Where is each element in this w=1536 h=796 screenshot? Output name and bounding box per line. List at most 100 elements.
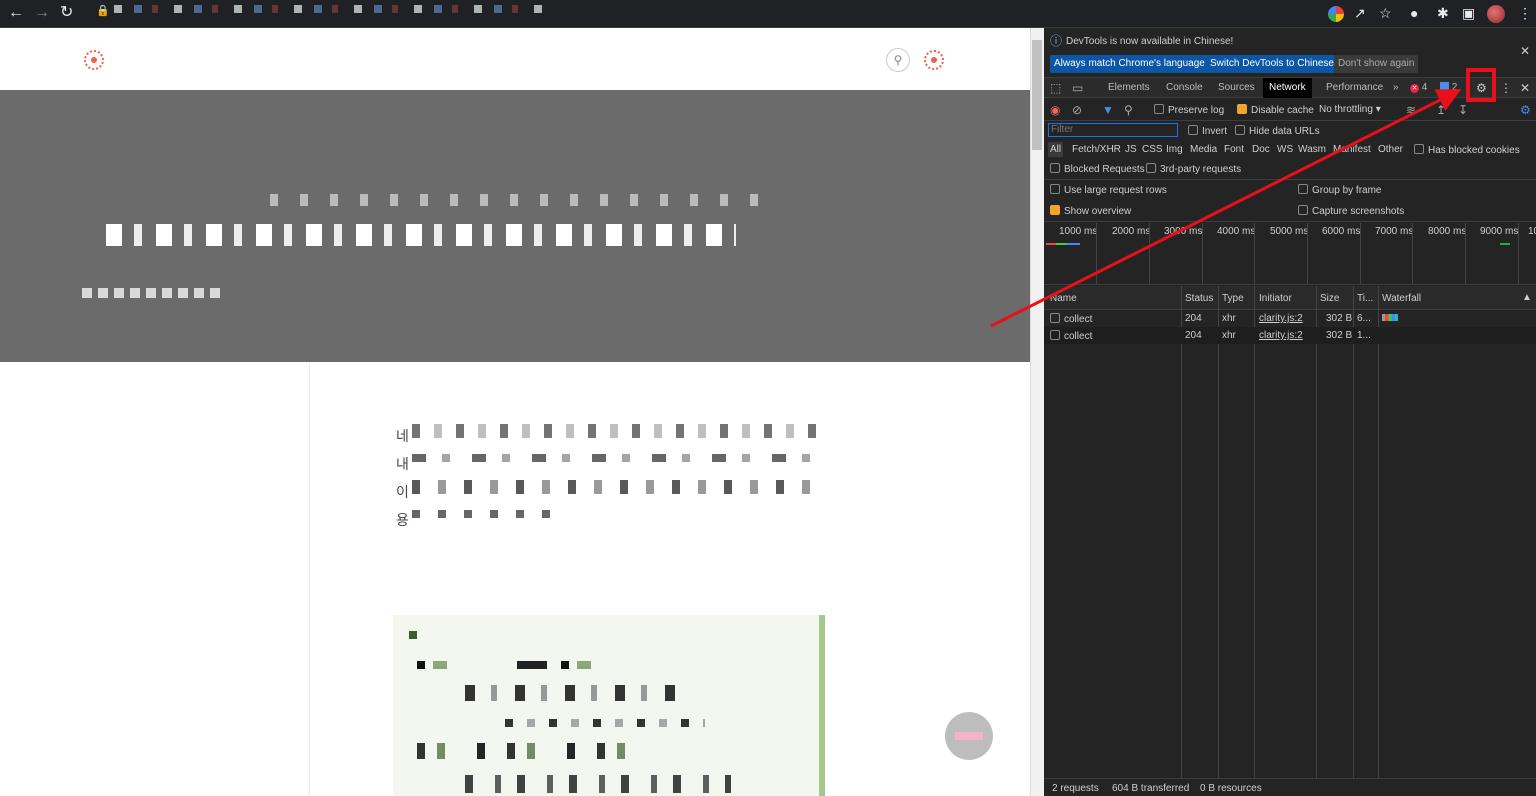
filter-icon[interactable]: ▼ <box>1102 103 1114 117</box>
type-filter-wasm[interactable]: Wasm <box>1298 144 1326 155</box>
switch-chinese-button[interactable]: Switch DevTools to Chinese <box>1206 55 1338 73</box>
tab-sources[interactable]: Sources <box>1218 78 1255 98</box>
type-filter-doc[interactable]: Doc <box>1252 144 1270 155</box>
type-filter-ws[interactable]: WS <box>1277 144 1293 155</box>
share-icon[interactable]: ↗ <box>1354 5 1366 21</box>
type-filter-media[interactable]: Media <box>1190 144 1217 155</box>
floating-action-button[interactable] <box>945 712 993 760</box>
export-har-icon[interactable]: ↧ <box>1458 103 1468 117</box>
table-row[interactable]: collect 204 xhr clarity.js:2 302 B 1... <box>1044 327 1536 344</box>
puzzle-icon[interactable]: ✱ <box>1437 5 1449 21</box>
devtools-menu-icon[interactable]: ⋮ <box>1500 81 1512 95</box>
extension-glasses-icon[interactable]: ● <box>1410 5 1418 21</box>
tab-console[interactable]: Console <box>1166 78 1203 98</box>
checkbox-checked-icon <box>1237 104 1247 114</box>
checkbox-icon <box>1188 125 1198 135</box>
page-scrollbar-thumb[interactable] <box>1032 40 1042 150</box>
column-status[interactable]: Status <box>1185 293 1213 304</box>
avatar[interactable] <box>1487 5 1505 23</box>
message-badge[interactable]: 2 <box>1440 78 1457 98</box>
timeline-gridline <box>1412 223 1413 285</box>
network-conditions-icon[interactable]: ≋ <box>1406 103 1416 117</box>
site-logo-icon[interactable] <box>84 50 104 70</box>
blocked-cookies-checkbox[interactable]: Has blocked cookies <box>1414 144 1520 156</box>
type-filter-css[interactable]: CSS <box>1142 144 1163 155</box>
third-party-checkbox[interactable]: 3rd-party requests <box>1146 163 1241 175</box>
group-by-frame-checkbox[interactable]: Group by frame <box>1298 184 1381 196</box>
paragraph-line: 이 <box>396 484 409 500</box>
star-icon[interactable]: ☆ <box>1379 5 1392 21</box>
blurred-code <box>417 661 593 669</box>
device-toggle-icon[interactable]: ▭ <box>1072 81 1083 95</box>
clear-icon[interactable]: ⊘ <box>1072 103 1082 117</box>
tab-performance[interactable]: Performance <box>1326 78 1383 98</box>
lock-icon[interactable]: 🔒 <box>96 4 110 17</box>
column-waterfall[interactable]: Waterfall <box>1382 293 1421 304</box>
menu-icon[interactable]: ⋮ <box>1518 5 1532 21</box>
type-filter-font[interactable]: Font <box>1224 144 1244 155</box>
blurred-title-upper <box>270 194 770 206</box>
column-initiator[interactable]: Initiator <box>1259 293 1292 304</box>
timeline-label: 7000 ms <box>1375 226 1414 237</box>
checkbox-icon <box>1154 104 1164 114</box>
network-toolbar: ◉ ⊘ ▼ ⚲ Preserve log Disable cache No th… <box>1044 99 1536 121</box>
import-har-icon[interactable]: ↥ <box>1436 103 1446 117</box>
tab-elements[interactable]: Elements <box>1108 78 1150 98</box>
checkbox-icon <box>1298 184 1308 194</box>
more-tabs-icon[interactable]: » <box>1393 78 1399 98</box>
type-filter-fetch[interactable]: Fetch/XHR <box>1072 144 1121 155</box>
webpage: ⚲ 네 내 이 용 <box>0 28 1030 796</box>
throttling-value: No throttling <box>1319 104 1373 115</box>
search-icon[interactable]: ⚲ <box>886 48 910 72</box>
show-overview-checkbox[interactable]: Show overview <box>1050 205 1131 217</box>
error-badge[interactable]: ✕ 4 <box>1410 78 1427 98</box>
blocked-requests-checkbox[interactable]: Blocked Requests <box>1050 163 1145 175</box>
filter-input[interactable]: Filter <box>1048 123 1178 137</box>
large-rows-label: Use large request rows <box>1064 185 1167 196</box>
request-name-cell: collect <box>1050 313 1092 325</box>
large-rows-checkbox[interactable]: Use large request rows <box>1050 184 1167 196</box>
column-size[interactable]: Size <box>1320 293 1339 304</box>
throttling-select[interactable]: No throttling ▾ <box>1319 104 1381 115</box>
type-filter-manifest[interactable]: Manifest <box>1333 144 1371 155</box>
match-language-button[interactable]: Always match Chrome's language <box>1050 55 1209 73</box>
google-icon[interactable] <box>1328 6 1344 22</box>
theme-toggle-icon[interactable] <box>924 50 944 70</box>
hide-data-urls-checkbox[interactable]: Hide data URLs <box>1235 125 1320 137</box>
close-banner-icon[interactable]: ✕ <box>1520 44 1530 58</box>
tab-network[interactable]: Network <box>1263 78 1312 98</box>
network-overview-timeline[interactable]: 1000 ms 2000 ms 3000 ms 4000 ms 5000 ms … <box>1044 223 1536 285</box>
code-block <box>393 615 825 796</box>
inspect-icon[interactable]: ⬚ <box>1050 81 1061 95</box>
table-row[interactable]: collect 204 xhr clarity.js:2 302 B 6... <box>1044 310 1536 327</box>
sort-up-icon[interactable]: ▲ <box>1522 292 1532 303</box>
timeline-gridline <box>1096 223 1097 285</box>
column-time[interactable]: Ti... <box>1357 293 1373 304</box>
type-filter-img[interactable]: Img <box>1166 144 1183 155</box>
column-name[interactable]: Name <box>1050 293 1077 304</box>
record-icon[interactable]: ◉ <box>1050 103 1060 117</box>
network-settings-icon[interactable]: ⚙ <box>1520 103 1531 117</box>
request-initiator-link[interactable]: clarity.js:2 <box>1259 330 1303 341</box>
disable-cache-checkbox[interactable]: Disable cache <box>1237 104 1314 116</box>
blurred-text <box>412 454 816 462</box>
close-devtools-icon[interactable]: ✕ <box>1520 81 1530 95</box>
type-filter-all[interactable]: All <box>1048 142 1064 157</box>
error-icon: ✕ <box>1410 84 1419 93</box>
request-initiator-link[interactable]: clarity.js:2 <box>1259 313 1303 324</box>
search-icon[interactable]: ⚲ <box>1124 103 1133 117</box>
sidepanel-icon[interactable]: ▣ <box>1462 5 1475 21</box>
type-filter-other[interactable]: Other <box>1378 144 1403 155</box>
forward-icon[interactable]: → <box>34 4 50 22</box>
invert-checkbox[interactable]: Invert <box>1188 125 1227 137</box>
column-divider <box>1181 286 1182 778</box>
request-status: 204 <box>1185 330 1202 341</box>
back-icon[interactable]: ← <box>8 4 24 22</box>
reload-icon[interactable]: ↻ <box>60 4 73 22</box>
preserve-log-checkbox[interactable]: Preserve log <box>1154 104 1224 116</box>
column-divider <box>1316 286 1317 778</box>
column-type[interactable]: Type <box>1222 293 1244 304</box>
dont-show-again-button[interactable]: Don't show again <box>1334 55 1419 73</box>
type-filter-js[interactable]: JS <box>1125 144 1137 155</box>
capture-screenshots-checkbox[interactable]: Capture screenshots <box>1298 205 1404 217</box>
